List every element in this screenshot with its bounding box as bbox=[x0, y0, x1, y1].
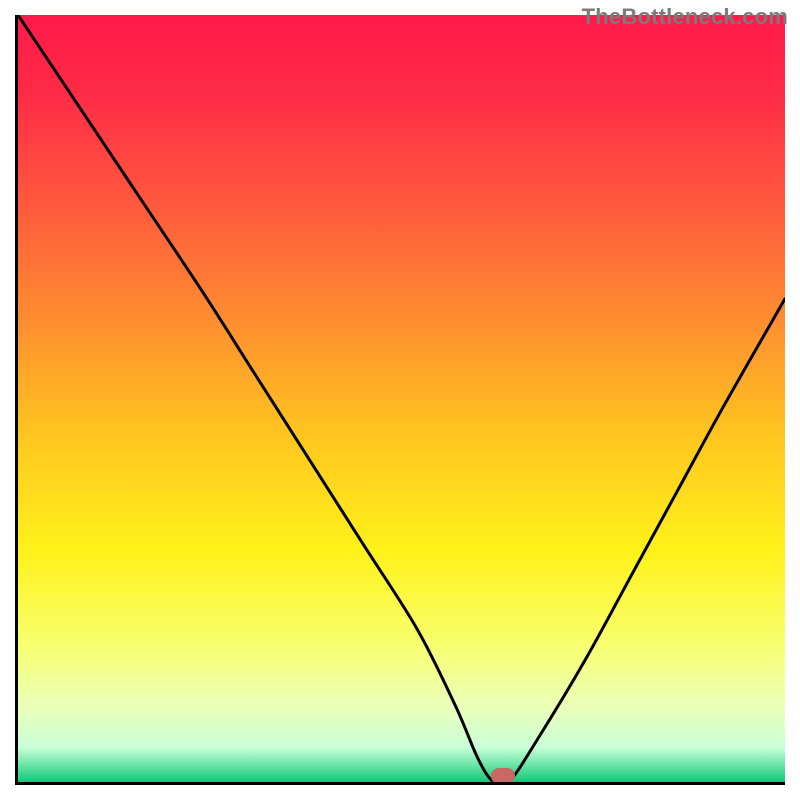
bottleneck-curve bbox=[18, 15, 785, 782]
plot-area bbox=[15, 15, 785, 785]
watermark-label: TheBottleneck.com bbox=[582, 4, 788, 30]
bottleneck-chart: TheBottleneck.com bbox=[0, 0, 800, 800]
optimal-point-marker bbox=[491, 768, 515, 784]
